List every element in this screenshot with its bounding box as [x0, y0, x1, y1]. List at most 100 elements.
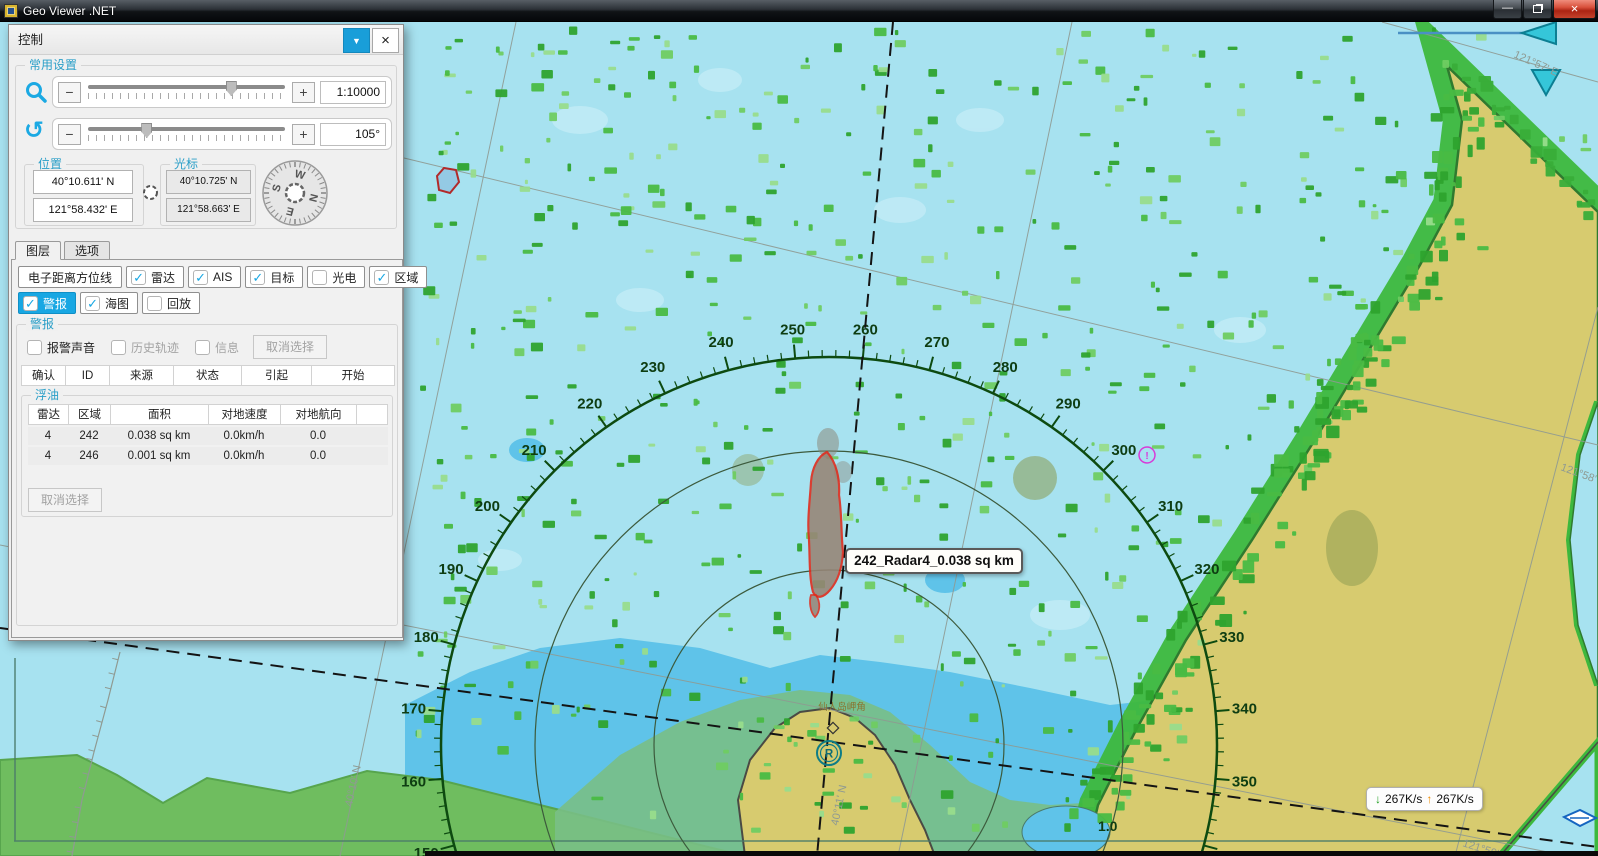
layer-toggle-AIS[interactable]: ✓AIS — [188, 266, 241, 288]
upload-speed: 267K/s — [1436, 792, 1473, 806]
restore-button[interactable] — [1523, 0, 1552, 19]
oil-cell: 0.0 — [280, 427, 356, 445]
checkbox-icon: ✓ — [85, 296, 100, 311]
group-label: 浮油 — [31, 388, 63, 402]
checkbox-icon — [27, 340, 42, 355]
restore-icon — [1533, 5, 1542, 13]
svg-text:!: ! — [1145, 451, 1148, 462]
option-label: 信息 — [215, 339, 239, 356]
layer-toggle-目标[interactable]: ✓目标 — [245, 266, 303, 288]
layer-toggle-回放[interactable]: 回放 — [142, 292, 200, 314]
panel-dropdown-button[interactable]: ▼ — [343, 28, 370, 53]
alarm-col-header[interactable]: 引起 — [242, 366, 312, 385]
control-panel: 控制 ▼ × 常用设置 − + 1:10000 ↺ − — [8, 24, 404, 641]
oil-col-header[interactable]: 对地速度 — [209, 405, 281, 424]
rotation-value[interactable]: 105° — [320, 123, 386, 146]
alarm-col-header[interactable]: ID — [66, 366, 110, 385]
cursor-lat-field: 40°10.725' N — [166, 170, 251, 194]
svg-text:350: 350 — [1232, 773, 1257, 790]
oil-col-header[interactable]: 面积 — [111, 405, 209, 424]
zoom-minus-button[interactable]: − — [58, 82, 81, 103]
racon-symbol: R — [817, 741, 841, 765]
rotate-minus-button[interactable]: − — [58, 124, 81, 145]
oil-cell: 0.0km/h — [208, 447, 280, 465]
svg-text:210: 210 — [522, 442, 547, 459]
option-label: 历史轨迹 — [131, 339, 179, 356]
center-target-icon[interactable] — [142, 184, 159, 201]
layer-toggle-光电[interactable]: 光电 — [307, 266, 365, 288]
tab-layers[interactable]: 图层 — [15, 241, 61, 260]
oil-cell: 0.001 sq km — [110, 447, 208, 465]
checkbox-icon — [312, 270, 327, 285]
oil-col-header[interactable]: 区域 — [69, 405, 111, 424]
svg-text:320: 320 — [1194, 561, 1219, 578]
close-button[interactable]: × — [1553, 0, 1596, 19]
checkbox-icon — [147, 296, 162, 311]
svg-text:200: 200 — [475, 498, 500, 515]
layer-toggle-row: ✓警报✓海图回放 — [18, 292, 200, 314]
group-label: 常用设置 — [25, 58, 81, 72]
layer-toggle-雷达[interactable]: ✓ 雷达 — [126, 266, 184, 288]
oil-table-header: 雷达区域面积对地速度对地航向 — [28, 404, 388, 425]
checkbox-icon: ✓ — [23, 296, 38, 311]
group-label: 警报 — [26, 317, 58, 331]
compass-rose[interactable]: NESW — [260, 158, 330, 228]
alarm-option-报警声音[interactable]: 报警声音 — [25, 336, 97, 358]
oil-table[interactable]: 雷达区域面积对地速度对地航向42420.038 sq km0.0km/h0.04… — [28, 404, 388, 465]
oil-cell: 0.0 — [280, 447, 356, 465]
rotate-plus-button[interactable]: + — [292, 124, 315, 145]
svg-text:180: 180 — [414, 629, 439, 646]
oil-deselect-button[interactable]: 取消选择 — [28, 488, 102, 512]
checkbox-icon: ✓ — [374, 270, 389, 285]
layer-toggle-电子距离方位线[interactable]: 电子距离方位线 — [18, 266, 122, 288]
position-lat-field[interactable]: 40°10.611' N — [33, 170, 133, 194]
layer-toggle-警报[interactable]: ✓警报 — [18, 292, 76, 314]
layer-toggle-海图[interactable]: ✓ 海图 — [80, 292, 138, 314]
group-label: 位置 — [34, 157, 66, 171]
alarm-col-header[interactable]: 来源 — [110, 366, 174, 385]
oil-cell: 4 — [28, 427, 68, 445]
alarm-col-header[interactable]: 开始 — [312, 366, 394, 385]
checkbox-icon: ✓ — [250, 270, 265, 285]
oil-cell: 0.038 sq km — [110, 427, 208, 445]
tab-options[interactable]: 选项 — [64, 241, 110, 260]
download-speed: 267K/s — [1385, 792, 1422, 806]
panel-header[interactable]: 控制 ▼ × — [9, 25, 403, 55]
layer-toggle-区域[interactable]: ✓区域 — [369, 266, 427, 288]
oil-table-row[interactable]: 42460.001 sq km0.0km/h0.0 — [28, 447, 388, 465]
download-arrow-icon: ↓ — [1375, 792, 1381, 806]
alarm-group: 警报 报警声音历史轨迹信息取消选择 确认ID来源状态引起开始 浮油 雷达区域面积… — [16, 324, 398, 626]
oil-cell: 242 — [68, 427, 110, 445]
alarm-options-row: 报警声音 历史轨迹 信息取消选择 — [25, 335, 327, 359]
cape-label: 仙人岛岬角 — [818, 701, 866, 713]
position-lon-field[interactable]: 121°58.432' E — [33, 198, 133, 222]
oil-col-header[interactable]: 雷达 — [29, 405, 69, 424]
svg-text:R: R — [825, 749, 834, 761]
oil-cell: 246 — [68, 447, 110, 465]
oil-table-row[interactable]: 42420.038 sq km0.0km/h0.0 — [28, 427, 388, 445]
svg-text:160: 160 — [401, 773, 426, 790]
svg-text:170: 170 — [401, 701, 426, 718]
svg-text:270: 270 — [924, 334, 949, 351]
minimize-button[interactable]: — — [1493, 0, 1522, 19]
checkbox-icon: ✓ — [131, 270, 146, 285]
window-titlebar: Geo Viewer .NET — × — [0, 0, 1598, 22]
alarm-col-header[interactable]: 确认 — [22, 366, 66, 385]
oil-col-header[interactable]: 对地航向 — [281, 405, 357, 424]
common-settings-group: 常用设置 − + 1:10000 ↺ − — [15, 65, 397, 229]
tab-strip: 图层选项 — [15, 241, 113, 260]
rotate-slider[interactable] — [86, 123, 287, 145]
option-label: 报警声音 — [47, 339, 95, 356]
alarm-deselect-button[interactable]: 取消选择 — [253, 335, 327, 359]
toggle-label: 海图 — [105, 295, 129, 312]
scale-value[interactable]: 1:10000 — [320, 81, 386, 104]
panel-close-button[interactable]: × — [372, 28, 399, 53]
zoom-plus-button[interactable]: + — [292, 82, 315, 103]
screen-edge — [425, 851, 1598, 856]
toggle-label: AIS — [213, 270, 232, 284]
zoom-slider[interactable] — [86, 81, 287, 103]
toggle-label: 回放 — [167, 295, 191, 312]
alarm-col-header[interactable]: 状态 — [174, 366, 242, 385]
alarm-option-历史轨迹: 历史轨迹 — [109, 336, 181, 358]
toggle-label: 雷达 — [151, 269, 175, 286]
